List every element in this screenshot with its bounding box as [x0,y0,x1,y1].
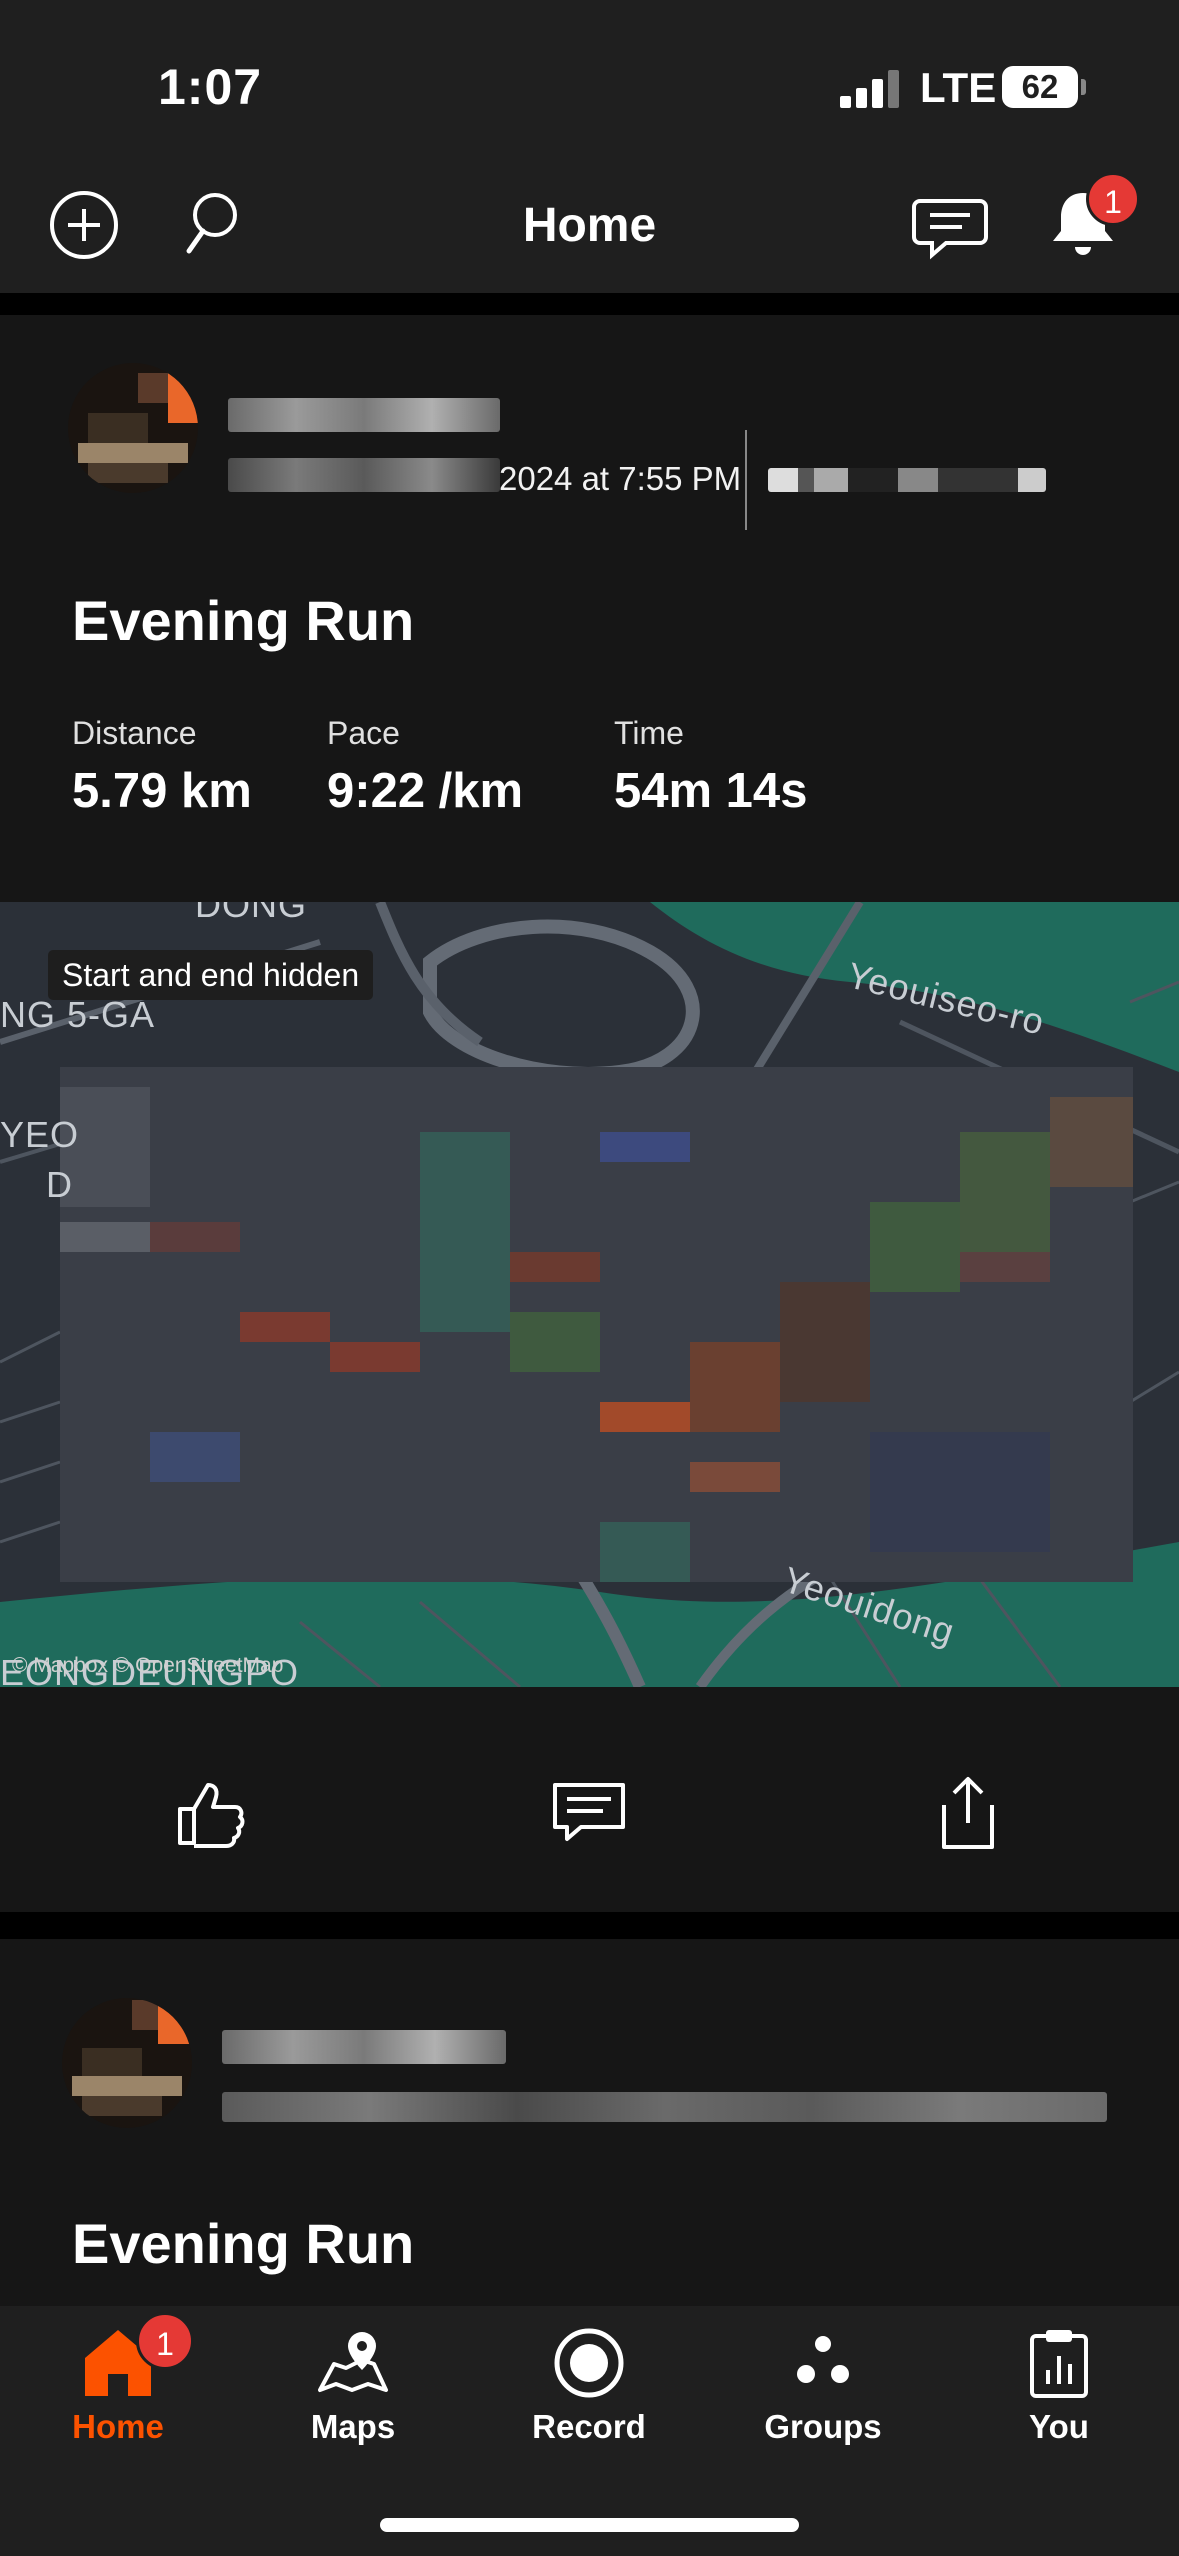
home-indicator[interactable] [380,2518,799,2532]
stat-label-pace: Pace [327,715,400,751]
athlete-name-redacted[interactable] [228,398,500,432]
feed-divider [0,293,1179,315]
privacy-badge: Start and end hidden [48,950,374,1000]
avatar[interactable] [68,363,198,493]
page-title: Home [522,199,657,252]
tab-you[interactable]: You [969,2326,1149,2476]
signal-icon [840,68,900,108]
share-icon[interactable] [930,1775,1006,1851]
activity-actions [0,1687,1179,1912]
feed-divider [0,1912,1179,1939]
stat-label-distance: Distance [72,715,197,751]
activity-meta-redacted [222,2092,1107,2122]
activity-map[interactable]: DONG NG 5-GA YEO D Yeouiseo-ro Yeouidong… [0,902,1179,1687]
status-time: 1:07 [158,59,263,115]
battery-nub [1081,79,1086,95]
tab-maps[interactable]: Maps [263,2326,443,2476]
stat-value-time: 54m 14s [614,764,808,818]
stat-label-time: Time [614,715,684,751]
tab-groups[interactable]: Groups [733,2326,913,2476]
tab-label-groups: Groups [764,2408,882,2445]
tab-label-home: Home [72,2408,164,2445]
chat-icon[interactable] [910,185,990,265]
notification-badge: 1 [1086,172,1140,226]
athlete-name-redacted[interactable] [222,2030,506,2064]
stat-value-distance: 5.79 km [72,764,252,818]
clipboard-icon [1030,2330,1088,2398]
map-pin-icon [318,2332,388,2392]
activity-meta-redacted [228,458,500,492]
stat-value-pace: 9:22 /km [327,764,524,818]
map-label-yeo: YEO [0,1114,80,1155]
tab-record[interactable]: Record [499,2326,679,2476]
avatar[interactable] [62,1998,192,2128]
map-attribution[interactable]: © Mapbox © OpenStreetMap [12,1654,283,1678]
location-redacted [768,468,1046,492]
activity-title[interactable]: Evening Run [72,2211,414,2276]
record-icon [554,2328,624,2398]
comment-icon[interactable] [551,1775,627,1851]
tab-label-you: You [1029,2408,1089,2445]
map-label-d: D [46,1164,73,1205]
tab-label-maps: Maps [310,2408,396,2445]
meta-separator [745,430,747,530]
activity-title[interactable]: Evening Run [72,588,414,653]
tab-label-record: Record [532,2408,646,2445]
map-label-dong: DONG [195,902,307,925]
activity-date: 2024 at 7:55 PM [499,460,742,497]
network-type: LTE [920,64,997,111]
groups-icon [797,2336,849,2383]
top-nav-bar: Home [0,170,1179,293]
thumbs-up-icon[interactable] [174,1775,250,1851]
battery-icon: 62 [1002,66,1078,108]
map-label-5ga: NG 5-GA [0,994,156,1035]
status-bar: 1:07 LTE 62 [0,0,1179,170]
home-tab-badge: 1 [136,2312,194,2370]
